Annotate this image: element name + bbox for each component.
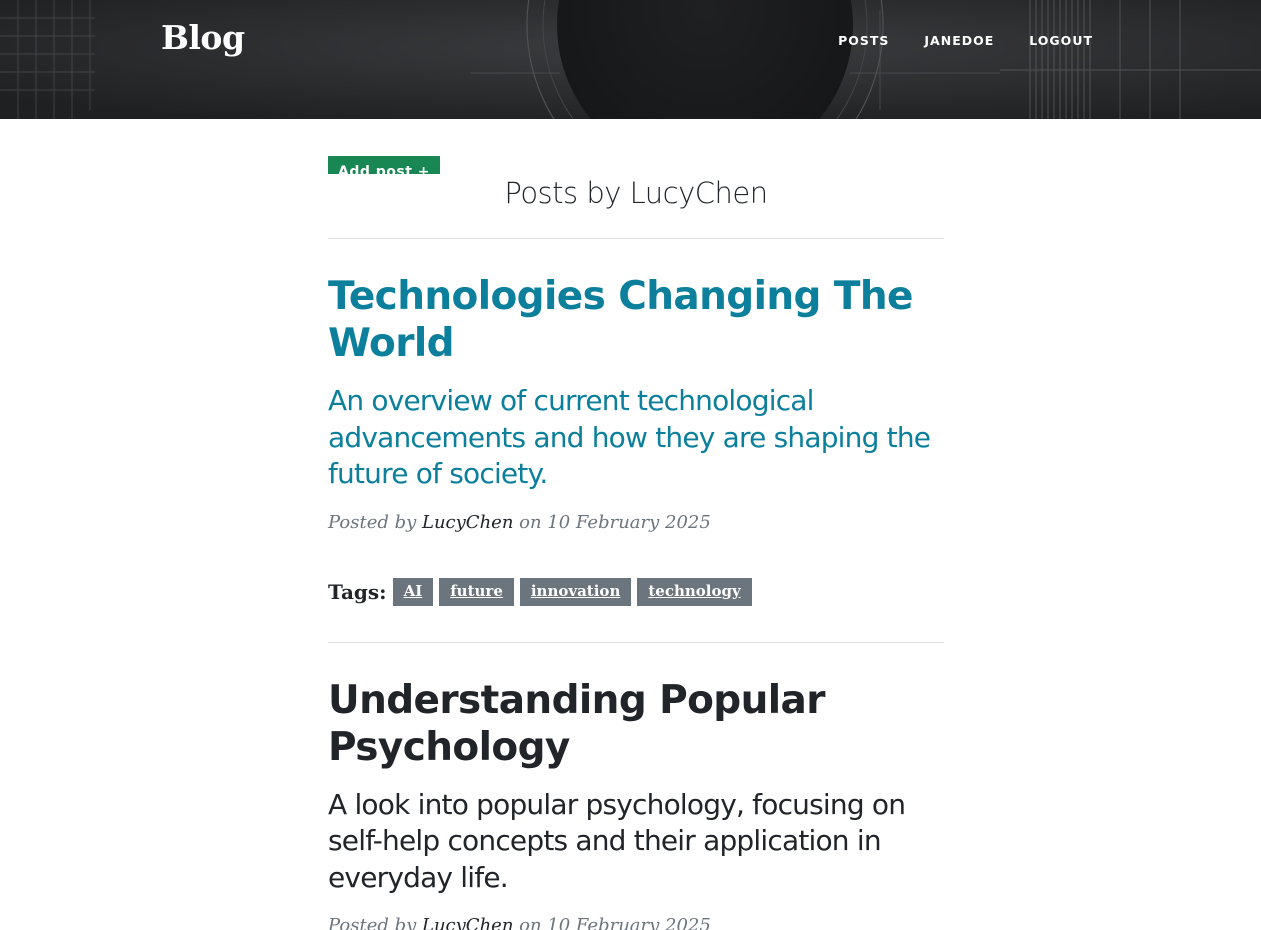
post-link[interactable]: Understanding Popular Psychology A look …	[328, 677, 944, 897]
post-link[interactable]: Technologies Changing The World An overv…	[328, 273, 944, 493]
nav-link-posts[interactable]: POSTS	[838, 33, 889, 48]
post-title: Technologies Changing The World	[328, 274, 913, 366]
post-meta-prefix: Posted by	[328, 511, 422, 533]
add-post-button[interactable]: Add post +	[328, 156, 441, 180]
nav-link-logout[interactable]: LOGOUT	[1029, 33, 1093, 48]
post-subtitle: An overview of current technological adv…	[328, 384, 931, 490]
post-preview: Understanding Popular Psychology A look …	[328, 643, 944, 930]
tag-innovation[interactable]: innovation	[519, 577, 632, 606]
masthead: Blog POSTS JANEDOE LOGOUT	[0, 0, 1261, 119]
post-meta: Posted by LucyChen on 10 February 2025	[328, 511, 944, 535]
tag-technology[interactable]: technology	[637, 577, 752, 606]
post-meta-prefix: Posted by	[328, 915, 422, 930]
tag-ai[interactable]: AI	[392, 577, 434, 606]
tag-future[interactable]: future	[439, 577, 514, 606]
post-title: Understanding Popular Psychology	[328, 677, 826, 770]
post-author-link[interactable]: LucyChen	[422, 512, 513, 533]
post-preview: Technologies Changing The World An overv…	[328, 239, 944, 643]
brand-link[interactable]: Blog	[161, 18, 245, 57]
post-meta: Posted by LucyChen on 10 February 2025	[328, 914, 944, 930]
post-subtitle: A look into popular psychology, focusing…	[328, 787, 906, 894]
nav-link-profile[interactable]: JANEDOE	[924, 33, 994, 48]
post-date: on 10 February 2025	[513, 511, 711, 533]
tags-label: Tags:	[328, 579, 387, 604]
post-date: on 10 February 2025	[513, 915, 711, 930]
main-nav: POSTS JANEDOE LOGOUT	[838, 33, 1093, 48]
post-tags: Tags: AI future innovation technology	[328, 577, 944, 606]
post-author-link[interactable]: LucyChen	[422, 915, 513, 930]
main-content: Add post + Posts by LucyChen Technologie…	[328, 119, 944, 930]
